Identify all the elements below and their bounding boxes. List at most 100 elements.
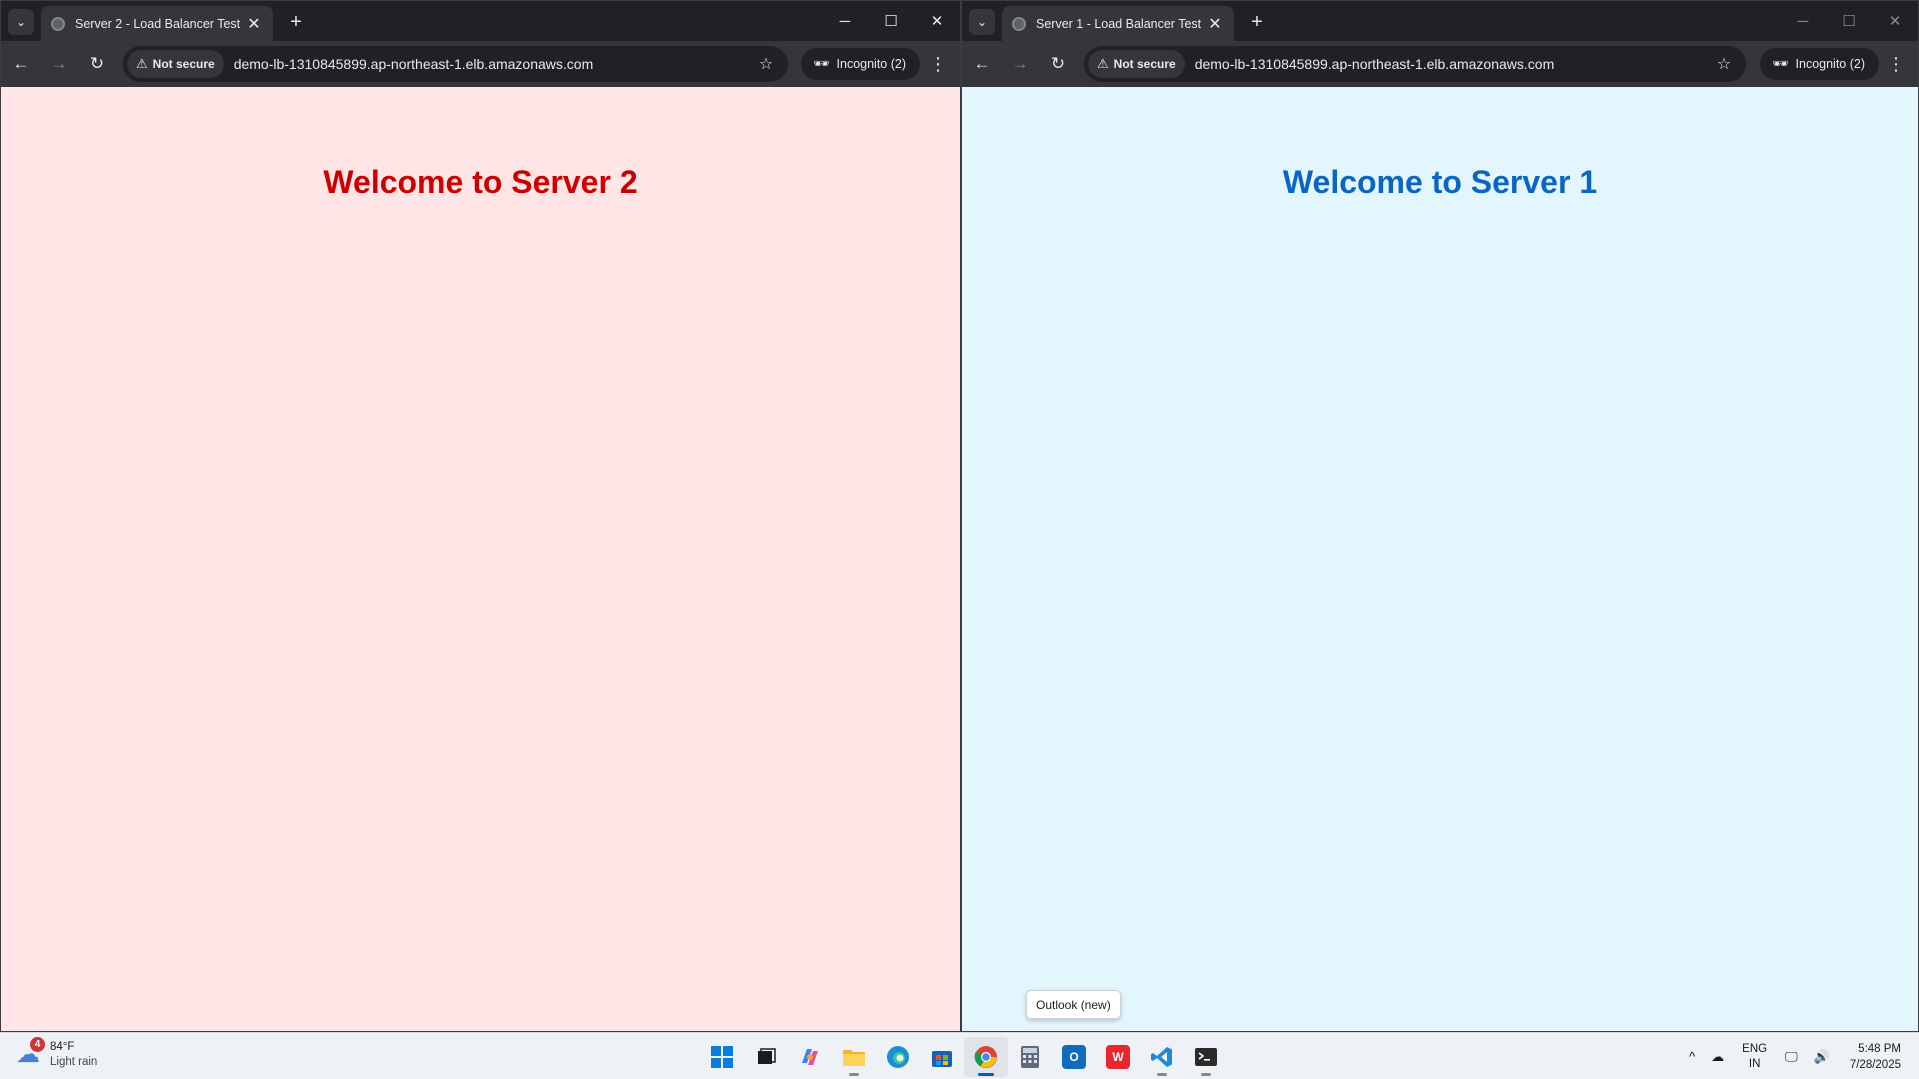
rain-cloud-icon: ☁ 4	[16, 1037, 46, 1067]
page-heading: Welcome to Server 2	[323, 164, 638, 200]
wps-office-icon: W	[1106, 1045, 1130, 1069]
kebab-menu-icon: ⋮	[929, 53, 947, 74]
url-text[interactable]: demo-lb-1310845899.ap-northeast-1.elb.am…	[1195, 56, 1710, 72]
browser-toolbar: ← → ↻ ⚠ Not secure demo-lb-1310845899.ap…	[962, 41, 1918, 87]
incognito-label: Incognito (2)	[836, 57, 906, 71]
chevron-down-icon: ⌄	[15, 15, 27, 29]
reload-button[interactable]: ↻	[1040, 46, 1076, 82]
arrow-right-icon: →	[1011, 54, 1029, 73]
security-label: Not secure	[1113, 57, 1176, 71]
clock[interactable]: 5:48 PM 7/28/2025	[1850, 1041, 1901, 1073]
taskbar-apps: O W	[700, 1037, 1228, 1077]
taskbar-tooltip: Outlook (new)	[1026, 990, 1121, 1019]
store-button[interactable]	[920, 1037, 964, 1077]
start-button[interactable]	[700, 1037, 744, 1077]
terminal-button[interactable]	[1184, 1037, 1228, 1077]
tab-server-1[interactable]: Server 1 - Load Balancer Test ✕	[1002, 6, 1234, 41]
page-heading: Welcome to Server 1	[1282, 164, 1598, 200]
copilot-icon	[802, 1049, 818, 1065]
tab-strip: ⌄ Server 1 - Load Balancer Test ✕ + ─ ☐ …	[962, 1, 1918, 41]
security-chip[interactable]: ⚠ Not secure	[127, 50, 224, 78]
window-controls: ─ ☐ ✕	[1780, 1, 1918, 41]
calculator-button[interactable]	[1008, 1037, 1052, 1077]
globe-icon	[1012, 16, 1026, 31]
vscode-icon	[1151, 1047, 1172, 1067]
forward-button[interactable]: →	[1002, 46, 1038, 82]
wps-office-button[interactable]: W	[1096, 1037, 1140, 1077]
kebab-menu-icon: ⋮	[1887, 53, 1905, 74]
globe-icon	[51, 16, 65, 31]
page-content: Welcome to Server 1	[962, 87, 1918, 1031]
minimize-icon[interactable]: ─	[1780, 1, 1826, 41]
incognito-button[interactable]: 🕶 Incognito (2)	[801, 48, 920, 80]
system-tray: ^ ☁ ENG IN 🖵 🔊 5:48 PM 7/28/2025	[1681, 1033, 1919, 1079]
arrow-left-icon: ←	[973, 54, 991, 73]
page-content: Welcome to Server 2	[1, 87, 960, 1031]
copilot-button[interactable]	[788, 1037, 832, 1077]
security-chip[interactable]: ⚠ Not secure	[1088, 50, 1185, 78]
edge-icon	[887, 1046, 909, 1068]
incognito-button[interactable]: 🕶 Incognito (2)	[1760, 48, 1879, 80]
network-icon[interactable]: 🖵	[1785, 1049, 1798, 1065]
language-indicator[interactable]: ENG IN	[1742, 1042, 1767, 1072]
volume-icon[interactable]: 🔊	[1814, 1049, 1830, 1065]
back-button[interactable]: ←	[3, 46, 39, 82]
incognito-label: Incognito (2)	[1795, 57, 1865, 71]
close-window-icon[interactable]: ✕	[1872, 1, 1918, 41]
onedrive-icon[interactable]: ☁	[1711, 1049, 1724, 1065]
plus-icon: +	[1251, 10, 1263, 33]
incognito-icon: 🕶	[1772, 56, 1789, 71]
tab-search-button[interactable]: ⌄	[8, 9, 34, 35]
maximize-icon[interactable]: ☐	[1826, 1, 1872, 41]
reload-icon: ↻	[1050, 54, 1066, 73]
forward-button[interactable]: →	[41, 46, 77, 82]
weather-description: Light rain	[50, 1056, 98, 1068]
chevron-up-icon[interactable]: ^	[1689, 1049, 1695, 1064]
back-button[interactable]: ←	[964, 46, 1000, 82]
language-region: IN	[1748, 1057, 1761, 1070]
weather-temperature: 84°F	[50, 1041, 75, 1053]
maximize-icon[interactable]: ☐	[868, 1, 914, 41]
security-label: Not secure	[152, 57, 215, 71]
reload-icon: ↻	[89, 54, 105, 73]
task-view-icon	[758, 1048, 776, 1064]
new-tab-button[interactable]: +	[1244, 9, 1270, 35]
warning-icon: ⚠	[136, 56, 148, 71]
tab-title: Server 1 - Load Balancer Test	[1036, 16, 1202, 31]
bookmark-star-icon[interactable]: ☆	[1710, 54, 1738, 74]
bookmark-star-icon[interactable]: ☆	[752, 54, 780, 74]
chrome-icon	[974, 1046, 997, 1068]
close-icon[interactable]: ✕	[245, 14, 263, 34]
outlook-button[interactable]: O	[1052, 1037, 1096, 1077]
browser-menu-button[interactable]: ⋮	[1884, 48, 1908, 80]
weather-widget[interactable]: ☁ 4 84°F Light rain	[16, 1037, 98, 1070]
chevron-down-icon: ⌄	[976, 15, 988, 29]
tab-search-button[interactable]: ⌄	[969, 9, 995, 35]
edge-button[interactable]	[876, 1037, 920, 1077]
address-bar[interactable]: ⚠ Not secure demo-lb-1310845899.ap-north…	[1084, 46, 1746, 82]
browser-window-server-1: ⌄ Server 1 - Load Balancer Test ✕ + ─ ☐ …	[961, 0, 1919, 1032]
language-code: ENG	[1742, 1042, 1768, 1055]
tab-strip: ⌄ Server 2 - Load Balancer Test ✕ + ─ ☐ …	[1, 1, 960, 41]
url-text[interactable]: demo-lb-1310845899.ap-northeast-1.elb.am…	[234, 56, 752, 72]
close-window-icon[interactable]: ✕	[914, 1, 960, 41]
window-controls: ─ ☐ ✕	[822, 1, 960, 41]
minimize-icon[interactable]: ─	[822, 1, 868, 41]
browser-window-server-2: ⌄ Server 2 - Load Balancer Test ✕ + ─ ☐ …	[0, 0, 961, 1032]
vscode-button[interactable]	[1140, 1037, 1184, 1077]
arrow-left-icon: ←	[12, 54, 30, 73]
terminal-icon	[1195, 1048, 1217, 1066]
task-view-button[interactable]	[744, 1037, 788, 1077]
outlook-icon: O	[1062, 1045, 1086, 1069]
incognito-icon: 🕶	[813, 56, 830, 71]
file-explorer-button[interactable]	[832, 1037, 876, 1077]
reload-button[interactable]: ↻	[79, 46, 115, 82]
tab-title: Server 2 - Load Balancer Test	[75, 16, 241, 31]
close-icon[interactable]: ✕	[1206, 14, 1224, 34]
chrome-button[interactable]	[964, 1037, 1008, 1077]
browser-toolbar: ← → ↻ ⚠ Not secure demo-lb-1310845899.ap…	[1, 41, 960, 87]
tab-server-2[interactable]: Server 2 - Load Balancer Test ✕	[41, 6, 273, 41]
browser-menu-button[interactable]: ⋮	[926, 48, 950, 80]
address-bar[interactable]: ⚠ Not secure demo-lb-1310845899.ap-north…	[123, 46, 788, 82]
new-tab-button[interactable]: +	[283, 9, 309, 35]
